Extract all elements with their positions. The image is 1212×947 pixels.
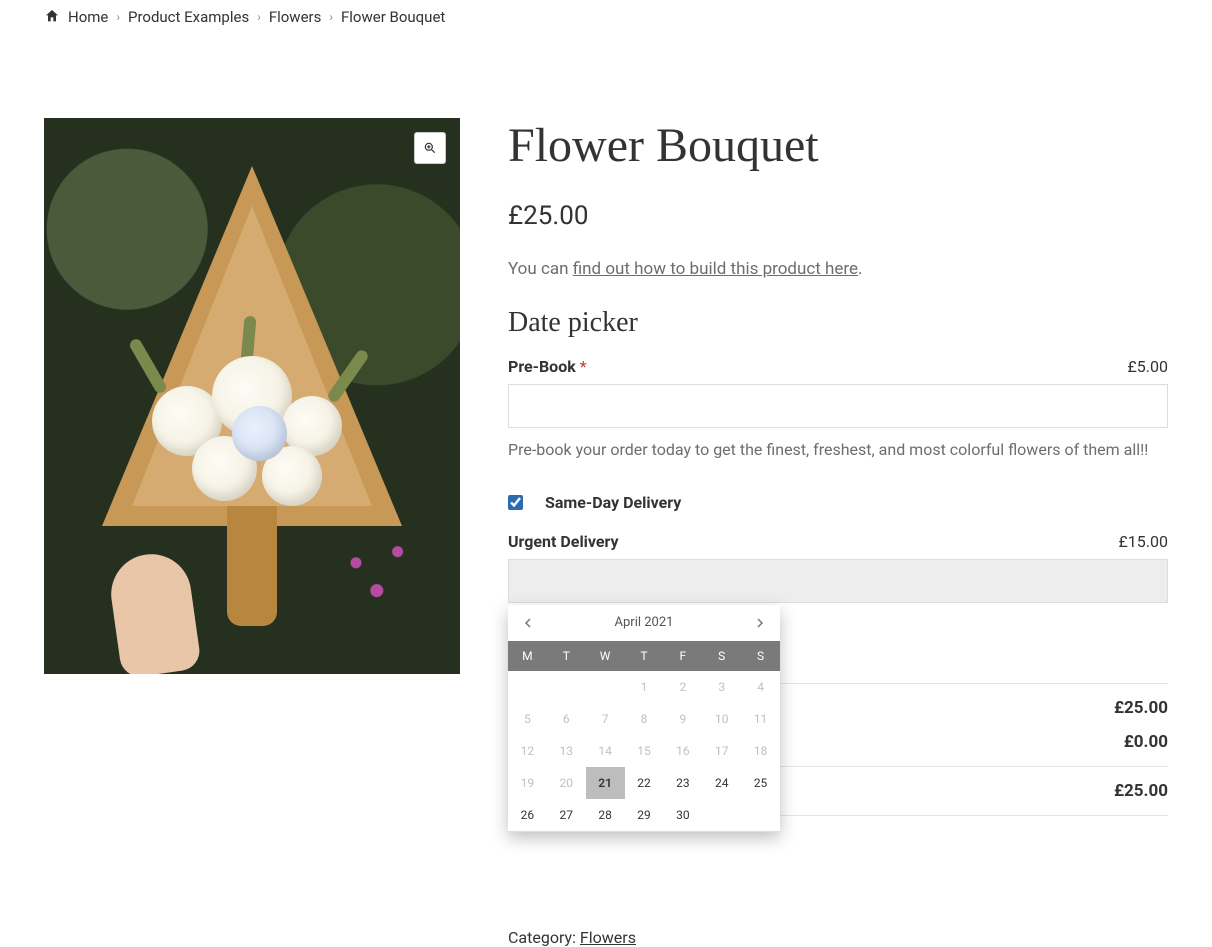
calendar-day[interactable]: 29 <box>625 799 664 831</box>
calendar-header: April 2021 <box>508 605 780 641</box>
breadcrumb-sep: › <box>257 10 261 24</box>
calendar-day: 5 <box>508 703 547 735</box>
calendar-dow-cell: M <box>508 641 547 671</box>
same-day-label: Same-Day Delivery <box>545 493 681 512</box>
zoom-button[interactable] <box>414 132 446 164</box>
prebook-input[interactable] <box>508 384 1168 428</box>
calendar-day[interactable]: 30 <box>663 799 702 831</box>
calendar-day: 17 <box>702 735 741 767</box>
calendar-day[interactable]: 22 <box>625 767 664 799</box>
calendar-dow-cell: S <box>702 641 741 671</box>
calendar-dow-cell: F <box>663 641 702 671</box>
calendar-day: 12 <box>508 735 547 767</box>
product-image[interactable] <box>44 118 460 674</box>
desc-suffix: . <box>858 259 862 279</box>
urgent-label: Urgent Delivery <box>508 532 619 551</box>
breadcrumb-current: Flower Bouquet <box>341 8 445 26</box>
build-product-link[interactable]: find out how to build this product here <box>573 259 858 279</box>
product-title: Flower Bouquet <box>508 118 1168 173</box>
calendar-day: 10 <box>702 703 741 735</box>
calendar-day: 14 <box>586 735 625 767</box>
urgent-row: Urgent Delivery £15.00 <box>508 532 1168 551</box>
calendar-day: 20 <box>547 767 586 799</box>
prebook-label: Pre-Book <box>508 357 580 376</box>
calendar-day: 16 <box>663 735 702 767</box>
calendar-blank <box>586 671 625 703</box>
calendar-next[interactable] <box>744 605 776 641</box>
calendar-day: 3 <box>702 671 741 703</box>
product-gallery <box>44 118 460 947</box>
category-label: Category: <box>508 928 580 947</box>
calendar-grid: 1234567891011121314151617181920212223242… <box>508 671 780 831</box>
category-link[interactable]: Flowers <box>580 928 636 947</box>
product-price: £25.00 <box>508 201 1168 231</box>
required-mark: * <box>580 357 587 376</box>
calendar-day[interactable]: 23 <box>663 767 702 799</box>
calendar-blank <box>508 671 547 703</box>
calendar-prev[interactable] <box>512 605 544 641</box>
urgent-input-wrap: April 2021 MTWTFSS 123456789101112131415… <box>508 559 1168 613</box>
prebook-help: Pre-book your order today to get the fin… <box>508 438 1168 463</box>
breadcrumb-sep: › <box>116 10 120 24</box>
product-description: You can find out how to build this produ… <box>508 259 1168 279</box>
same-day-checkbox[interactable] <box>508 495 523 510</box>
calendar-day[interactable]: 27 <box>547 799 586 831</box>
calendar-day[interactable]: 26 <box>508 799 547 831</box>
calendar-dow-cell: T <box>625 641 664 671</box>
calendar-day: 2 <box>663 671 702 703</box>
calendar-day[interactable]: 21 <box>586 767 625 799</box>
calendar-dow-cell: W <box>586 641 625 671</box>
breadcrumb-sep: › <box>329 10 333 24</box>
urgent-input[interactable] <box>508 559 1168 603</box>
desc-prefix: You can <box>508 259 573 279</box>
urgent-price: £15.00 <box>1119 532 1169 551</box>
calendar-day[interactable]: 25 <box>741 767 780 799</box>
calendar-dow-cell: T <box>547 641 586 671</box>
date-picker-heading: Date picker <box>508 307 1168 339</box>
calendar-day: 6 <box>547 703 586 735</box>
calendar-dow: MTWTFSS <box>508 641 780 671</box>
calendar-day: 8 <box>625 703 664 735</box>
calendar-day[interactable]: 28 <box>586 799 625 831</box>
breadcrumb-home[interactable]: Home <box>68 8 108 26</box>
calendar-day: 9 <box>663 703 702 735</box>
calendar-day: 11 <box>741 703 780 735</box>
calendar-day: 7 <box>586 703 625 735</box>
calendar-day: 18 <box>741 735 780 767</box>
product-summary: Flower Bouquet £25.00 You can find out h… <box>508 118 1168 947</box>
breadcrumb-item-1[interactable]: Flowers <box>269 8 322 26</box>
home-icon <box>44 8 60 26</box>
product-meta: Category: Flowers <box>508 928 1168 947</box>
calendar-month: April 2021 <box>615 615 674 630</box>
calendar-day: 1 <box>625 671 664 703</box>
calendar-day: 13 <box>547 735 586 767</box>
breadcrumb: Home › Product Examples › Flowers › Flow… <box>44 0 1168 46</box>
calendar-day: 19 <box>508 767 547 799</box>
calendar: April 2021 MTWTFSS 123456789101112131415… <box>508 605 780 832</box>
breadcrumb-item-0[interactable]: Product Examples <box>128 8 249 26</box>
calendar-dow-cell: S <box>741 641 780 671</box>
calendar-day: 4 <box>741 671 780 703</box>
same-day-row[interactable]: Same-Day Delivery <box>508 493 1168 512</box>
calendar-day[interactable]: 24 <box>702 767 741 799</box>
prebook-row: Pre-Book * £5.00 <box>508 357 1168 376</box>
calendar-day: 15 <box>625 735 664 767</box>
calendar-blank <box>547 671 586 703</box>
prebook-price: £5.00 <box>1128 357 1169 376</box>
